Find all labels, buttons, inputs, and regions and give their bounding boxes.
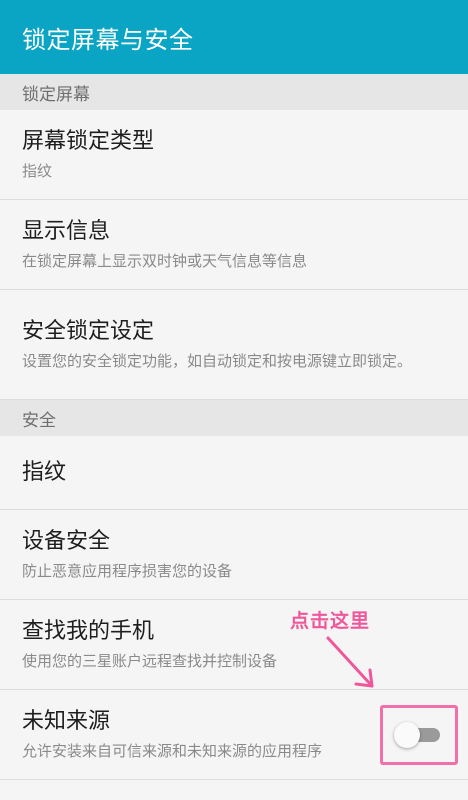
setting-unknown-sources[interactable]: 未知来源 允许安装来自可信来源和未知来源的应用程序 [0,690,468,780]
setting-subtitle: 设置您的安全锁定功能，如自动锁定和按电源键立即锁定。 [22,352,413,370]
setting-display-info[interactable]: 显示信息 在锁定屏幕上显示双时钟或天气信息等信息 [0,200,468,290]
page-title: 锁定屏幕与安全 [22,25,194,54]
setting-screen-lock-type[interactable]: 屏幕锁定类型 指纹 [0,110,468,200]
setting-secure-lock-settings[interactable]: 安全锁定设定 设置您的安全锁定功能，如自动锁定和按电源键立即锁定。 [0,290,468,400]
unknown-sources-toggle[interactable] [394,721,444,748]
section-header-label: 锁定屏幕 [22,84,90,105]
toggle-highlight-box [380,704,458,765]
app-bar: 锁定屏幕与安全 [0,0,468,74]
setting-title: 安全锁定设定 [22,319,155,344]
settings-screen: 锁定屏幕与安全 锁定屏幕 屏幕锁定类型 指纹 显示信息 在锁定屏幕上显示双时钟或… [0,0,468,800]
setting-title: 显示信息 [22,219,111,244]
setting-title: 屏幕锁定类型 [22,129,155,154]
setting-subtitle: 使用您的三星账户远程查找并控制设备 [22,652,278,670]
annotation-arrow-icon [326,636,374,688]
setting-subtitle: 在锁定屏幕上显示双时钟或天气信息等信息 [22,252,308,270]
setting-subtitle: 指纹 [22,162,53,180]
setting-title: 查找我的手机 [22,619,155,644]
setting-subtitle: 防止恶意应用程序损害您的设备 [22,562,233,580]
section-header-lock-screen: 锁定屏幕 [0,74,468,110]
setting-title: 指纹 [22,459,67,485]
toggle-knob [394,721,420,748]
section-header-security: 安全 [0,400,468,436]
setting-next-partial[interactable] [0,780,468,800]
setting-find-my-mobile[interactable]: 查找我的手机 使用您的三星账户远程查找并控制设备 [0,600,468,690]
annotation-label: 点击这里 [290,610,371,632]
section-header-label: 安全 [22,410,56,431]
setting-title: 设备安全 [22,529,111,554]
setting-fingerprint[interactable]: 指纹 [0,436,468,510]
setting-device-security[interactable]: 设备安全 防止恶意应用程序损害您的设备 [0,510,468,600]
